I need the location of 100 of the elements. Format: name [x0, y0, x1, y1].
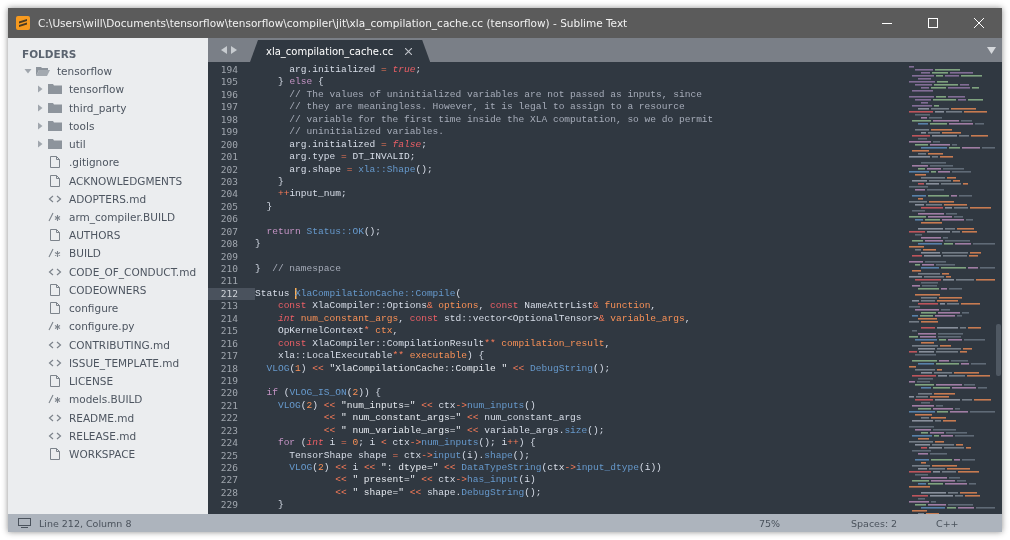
line-number: 198 [219, 113, 239, 127]
file-icon [48, 174, 62, 187]
line-number: 202 [219, 163, 239, 176]
monitor-icon[interactable] [18, 518, 31, 528]
comment-icon [48, 247, 62, 260]
code-line: OpKernelContext* ctx, [276, 325, 399, 338]
file-name[interactable]: ADOPTERS.md [69, 192, 147, 205]
code-line: VLOG(1) << "XlaCompilationCache::Compile " << DebugString(); [265, 362, 611, 375]
folder-name[interactable]: tools [69, 119, 95, 132]
code-line: for (int i = 0; i < ctx->num_inputs(); i++) { [276, 437, 536, 450]
collapsed-caret-icon[interactable] [36, 121, 44, 130]
file-name[interactable]: BUILD [69, 247, 101, 260]
code-line: } [265, 200, 273, 214]
line-number: 229 [219, 499, 239, 512]
file-name[interactable]: arm_compiler.BUILD [69, 211, 176, 223]
code-line: const XlaCompiler::Options& options, const NameAttrList& function, [276, 300, 657, 313]
collapsed-caret-icon[interactable] [36, 85, 44, 94]
open-folder-icon [36, 65, 50, 78]
forward-icon[interactable] [231, 46, 237, 54]
code-line: xla::LocalExecutable** executable) { [276, 350, 485, 363]
file-icon [48, 156, 62, 169]
file-name[interactable]: CODEOWNERS [69, 283, 147, 296]
folder-icon [48, 101, 62, 114]
line-number: 211 [219, 275, 239, 288]
cursor-position: Line 212, Column 8 [39, 517, 133, 529]
collapsed-caret-icon[interactable] [36, 103, 44, 112]
line-number: 200 [219, 138, 239, 152]
maximize-icon[interactable] [928, 18, 938, 28]
close-icon[interactable] [405, 47, 413, 55]
app-logo-icon [16, 16, 30, 30]
code-line: // uninitialized variables. [288, 126, 445, 139]
file-name[interactable]: LICENSE [69, 375, 114, 388]
file-name[interactable]: ISSUE_TEMPLATE.md [69, 356, 180, 369]
file-name[interactable]: RELEASE.md [69, 429, 137, 442]
folder-name[interactable]: tensorflow [57, 65, 113, 78]
line-number: 206 [219, 213, 239, 226]
syntax-setting[interactable]: C++ [936, 517, 966, 529]
file-name[interactable]: CONTRIBUTING.md [69, 338, 170, 351]
file-icon [48, 229, 62, 242]
line-number: 213 [219, 300, 239, 313]
line-number: 212 [208, 287, 255, 301]
expanded-caret-icon[interactable] [24, 67, 32, 76]
code-line: VLOG(2) << i << ": dtype=" << DataTypeString(ctx->input_dtype(i)) [288, 462, 662, 475]
zoom-level: 75% [759, 517, 782, 529]
scrollbar-thumb[interactable] [996, 324, 1001, 376]
code-line: } else { [276, 76, 324, 89]
file-name[interactable]: ACKNOWLEDGMENTS [69, 174, 183, 187]
code-line: } [255, 238, 261, 251]
folder-icon [48, 83, 62, 96]
line-number: 196 [219, 88, 239, 102]
file-icon [48, 302, 62, 315]
line-number: 216 [219, 337, 239, 351]
line-number: 227 [219, 474, 239, 487]
sidebar-header: FOLDERS [21, 47, 78, 62]
code-line: const XlaCompiler::CompilationResult** compilation_result, [276, 337, 611, 351]
code-line: << " present=" << ctx->has_input(i) [334, 474, 536, 487]
file-name[interactable]: models.BUILD [69, 393, 143, 406]
collapsed-caret-icon[interactable] [36, 140, 44, 149]
dropdown-icon[interactable] [987, 47, 996, 54]
file-icon [48, 448, 62, 461]
code-line: arg.initialized = true; [288, 64, 422, 77]
code-line: int num_constant_args, const std::vector<OptionalTensor>& variable_args, [276, 312, 691, 326]
line-number: 209 [219, 250, 239, 263]
file-icon [48, 283, 62, 296]
code-line: // The values of uninitialized variables are not passed as inputs, since [288, 88, 702, 102]
code-line: VLOG(2) << "num_inputs=" << ctx->num_inputs() [276, 399, 536, 413]
line-number: 195 [219, 76, 239, 89]
folder-icon [48, 119, 62, 132]
file-name[interactable]: .gitignore [69, 156, 120, 169]
file-name[interactable]: WORKSPACE [69, 448, 136, 461]
folder-name[interactable]: tensorflow [69, 83, 125, 96]
code-line: // they are meaningless. However, it is legal to assign to a resource [288, 101, 685, 114]
line-number: 201 [219, 151, 239, 164]
code-line: return Status::OK(); [265, 225, 382, 239]
code-line: arg.shape = xla::Shape(); [288, 163, 433, 176]
code-line: arg.type = DT_INVALID; [288, 151, 416, 164]
file-name[interactable]: AUTHORS [69, 229, 121, 242]
file-name[interactable]: CODE_OF_CONDUCT.md [69, 265, 197, 278]
back-icon[interactable] [221, 46, 227, 54]
line-number: 210 [219, 263, 239, 276]
comment-icon [48, 211, 62, 223]
line-number: 197 [219, 101, 239, 114]
line-number: 215 [219, 325, 239, 338]
file-tab[interactable]: xla_compilation_cache.cc [250, 40, 431, 62]
line-number: 217 [219, 350, 239, 363]
file-name[interactable]: README.md [69, 411, 135, 424]
folder-name[interactable]: util [69, 138, 86, 151]
line-number: 214 [219, 312, 239, 326]
line-number: 199 [219, 126, 239, 139]
folder-name[interactable]: third_party [69, 101, 127, 114]
file-name[interactable]: configure [69, 302, 119, 315]
line-number: 222 [219, 412, 239, 425]
line-number: 205 [219, 200, 239, 214]
code-line: << " num_variable_args=" << variable_args.size(); [322, 424, 605, 438]
line-number: 223 [219, 424, 239, 438]
line-number: 220 [219, 387, 239, 400]
indentation-setting[interactable]: Spaces: 2 [851, 517, 936, 529]
code-line: } // namespace [255, 263, 341, 276]
line-number: 221 [219, 399, 239, 413]
file-name[interactable]: configure.py [69, 320, 135, 333]
